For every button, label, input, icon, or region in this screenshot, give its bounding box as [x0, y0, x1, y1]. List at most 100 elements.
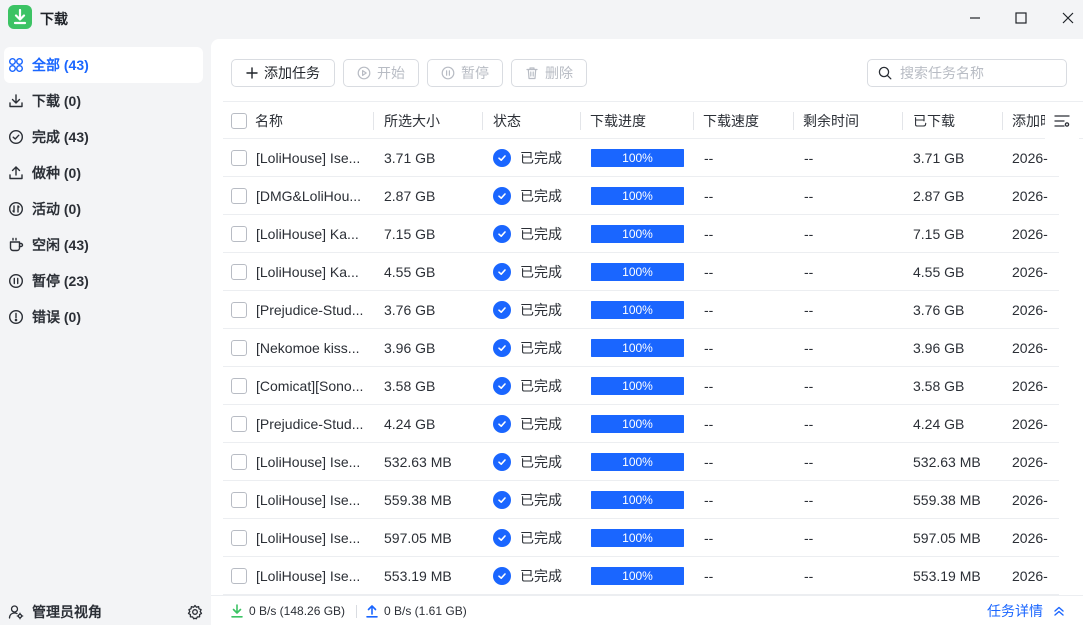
row-checkbox[interactable] [231, 253, 247, 290]
sidebar-item-label: 暂停 (23) [32, 273, 89, 289]
task-downloaded: 3.96 GB [913, 339, 965, 356]
task-name: [LoliHouse] Ka... [256, 263, 359, 280]
table-row[interactable]: [Prejudice-Stud... 3.76 GB 已完成 100% -- -- 3.76… [223, 291, 1059, 329]
sidebar-item-active[interactable]: 活动 (0) [4, 191, 203, 227]
double-chevron-up-icon [1053, 605, 1065, 617]
task-added-time: 2026- [1012, 491, 1048, 508]
task-status-text: 已完成 [520, 301, 562, 318]
close-button[interactable] [1045, 0, 1083, 36]
row-checkbox[interactable] [231, 405, 247, 442]
task-remaining: -- [804, 339, 814, 356]
progress-bar: 100% [591, 186, 684, 205]
task-progress: 100% [591, 405, 684, 442]
task-added-time: 2026- [1012, 263, 1048, 280]
delete-button[interactable]: 删除 [511, 59, 587, 87]
table-row[interactable]: [Comicat][Sono... 3.58 GB 已完成 100% -- -- 3.58 … [223, 367, 1059, 405]
search-box[interactable] [867, 59, 1067, 87]
task-downloaded: 4.24 GB [913, 415, 965, 432]
sidebar-item-label: 全部 (43) [32, 57, 89, 73]
row-checkbox[interactable] [231, 329, 247, 366]
task-status: 已完成 [493, 367, 562, 404]
row-checkbox[interactable] [231, 481, 247, 518]
task-status-text: 已完成 [520, 491, 562, 508]
column-header-size[interactable]: 所选大小 [384, 102, 440, 139]
table-row[interactable]: [LoliHouse] Ka... 7.15 GB 已完成 100% -- -- 7.15 … [223, 215, 1059, 253]
sidebar-item-downloading[interactable]: 下载 (0) [4, 83, 203, 119]
column-header-downloaded[interactable]: 已下载 [913, 102, 955, 139]
sidebar-item-completed[interactable]: 完成 (43) [4, 119, 203, 155]
plus-icon [246, 67, 258, 79]
task-status-text: 已完成 [520, 263, 562, 280]
sidebar-item-seeding[interactable]: 做种 (0) [4, 155, 203, 191]
task-name: [LoliHouse] Ka... [256, 225, 359, 242]
maximize-button[interactable] [998, 0, 1044, 36]
search-input[interactable] [900, 65, 1060, 81]
sidebar-item-idle[interactable]: 空闲 (43) [4, 227, 203, 263]
table-row[interactable]: [LoliHouse] Ise... 532.63 MB 已完成 100% -- -- 53… [223, 443, 1059, 481]
sidebar-item-all[interactable]: 全部 (43) [4, 47, 203, 83]
task-size: 4.55 GB [384, 263, 436, 280]
task-progress: 100% [591, 291, 684, 328]
column-header-remaining[interactable]: 剩余时间 [803, 102, 859, 139]
column-settings-button[interactable] [1045, 102, 1079, 139]
row-checkbox[interactable] [231, 215, 247, 252]
table-row[interactable]: [DMG&LoliHou... 2.87 GB 已完成 100% -- -- 2.87 GB… [223, 177, 1059, 215]
search-icon [878, 66, 892, 80]
task-speed: -- [704, 339, 714, 356]
task-speed: -- [704, 529, 714, 546]
sidebar-item-error[interactable]: 错误 (0) [4, 299, 203, 335]
task-detail-button[interactable]: 任务详情 [987, 596, 1065, 625]
table-row[interactable]: [LoliHouse] Ka... 4.55 GB 已完成 100% -- -- 4.55 … [223, 253, 1059, 291]
task-status: 已完成 [493, 329, 562, 366]
pause-label: 暂停 [461, 65, 489, 81]
table-row[interactable]: [LoliHouse] Ise... 559.38 MB 已完成 100% -- -- 55… [223, 481, 1059, 519]
task-status-text: 已完成 [520, 567, 562, 584]
task-size: 3.58 GB [384, 377, 436, 394]
sidebar-item-paused[interactable]: 暂停 (23) [4, 263, 203, 299]
row-checkbox[interactable] [231, 139, 247, 176]
task-progress: 100% [591, 139, 684, 176]
pause-button[interactable]: 暂停 [427, 59, 503, 87]
table-row[interactable]: [LoliHouse] Ise... 597.05 MB 已完成 100% -- -- 59… [223, 519, 1059, 557]
row-checkbox[interactable] [231, 177, 247, 214]
row-checkbox[interactable] [231, 519, 247, 556]
table-row[interactable]: [Nekomoe kiss... 3.96 GB 已完成 100% -- -- 3.96 G… [223, 329, 1059, 367]
upload-rate-text: 0 B/s (1.61 GB) [384, 604, 467, 618]
select-all-checkbox[interactable] [231, 102, 247, 139]
task-name: [LoliHouse] Ise... [256, 567, 361, 584]
add-task-button[interactable]: 添加任务 [231, 59, 335, 87]
progress-bar: 100% [591, 224, 684, 243]
minimize-button[interactable] [952, 0, 998, 36]
column-header-progress[interactable]: 下载进度 [590, 102, 646, 139]
task-speed: -- [704, 491, 714, 508]
table-row[interactable]: [Prejudice-Stud... 4.24 GB 已完成 100% -- -- 4.24… [223, 405, 1059, 443]
task-progress: 100% [591, 215, 684, 252]
row-checkbox[interactable] [231, 291, 247, 328]
progress-bar: 100% [591, 300, 684, 319]
start-button[interactable]: 开始 [343, 59, 419, 87]
task-status: 已完成 [493, 291, 562, 328]
task-size: 553.19 MB [384, 567, 452, 584]
task-added-time: 2026- [1012, 529, 1048, 546]
completed-check-icon [493, 452, 511, 471]
task-remaining: -- [804, 491, 814, 508]
column-header-status[interactable]: 状态 [493, 102, 521, 139]
column-header-speed[interactable]: 下载速度 [703, 102, 759, 139]
task-status: 已完成 [493, 253, 562, 290]
task-size: 597.05 MB [384, 529, 452, 546]
table-row[interactable]: [LoliHouse] Ise... 3.71 GB 已完成 100% -- -- 3.71… [223, 139, 1059, 177]
row-checkbox[interactable] [231, 557, 247, 594]
task-name: [Prejudice-Stud... [256, 415, 364, 432]
delete-label: 删除 [545, 65, 573, 81]
admin-view[interactable]: 管理员视角 [4, 596, 203, 625]
progress-bar: 100% [591, 148, 684, 167]
task-added-time: 2026- [1012, 339, 1048, 356]
task-speed: -- [704, 415, 714, 432]
admin-view-label: 管理员视角 [32, 604, 102, 620]
settings-gear-icon[interactable] [187, 604, 203, 620]
column-header-name[interactable]: 名称 [255, 102, 283, 139]
row-checkbox[interactable] [231, 443, 247, 480]
row-checkbox[interactable] [231, 367, 247, 404]
table-row[interactable]: [LoliHouse] Ise... 553.19 MB 已完成 100% -- -- 55… [223, 557, 1059, 595]
task-downloaded: 559.38 MB [913, 491, 981, 508]
